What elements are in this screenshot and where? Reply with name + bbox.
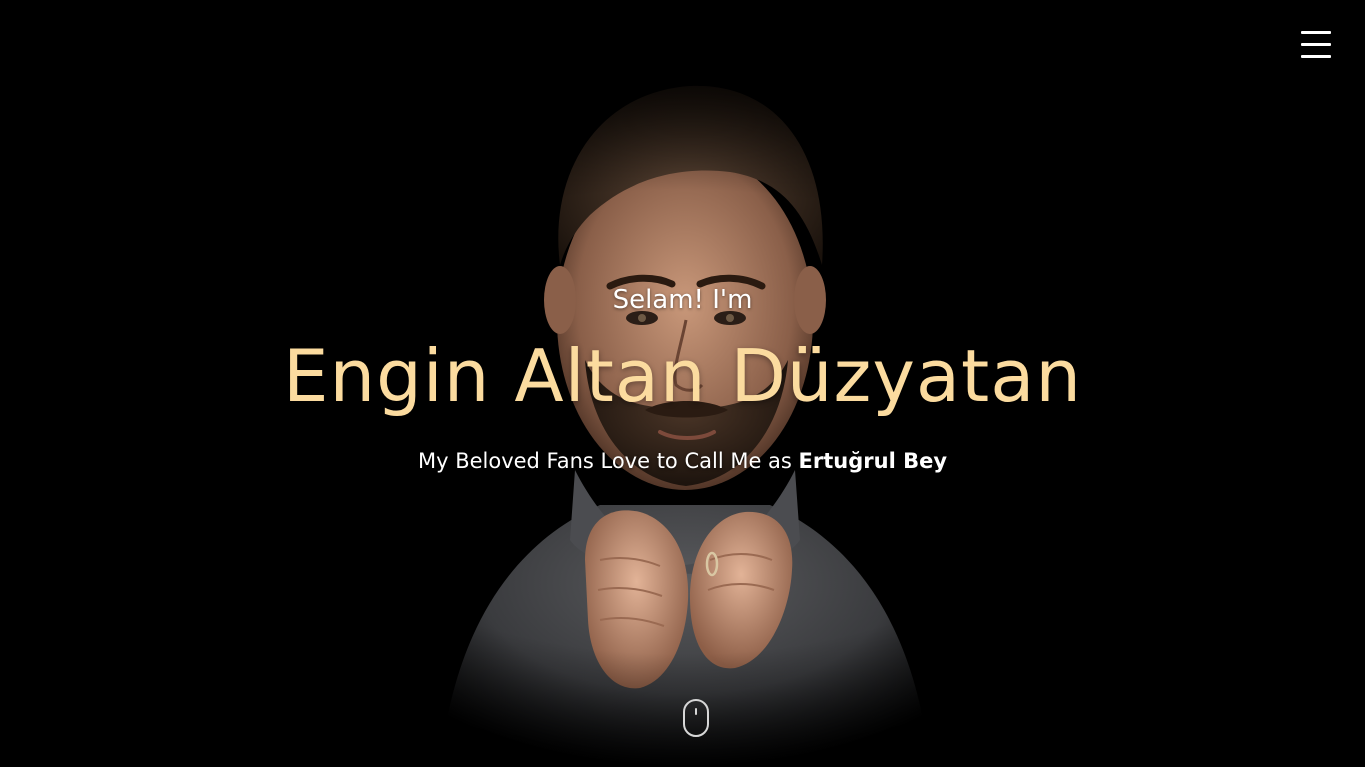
hero-section: Selam! I'm Engin Altan Düzyatan My Belov… bbox=[0, 0, 1365, 767]
hamburger-menu-icon[interactable] bbox=[1299, 26, 1333, 60]
hero-name: Engin Altan Düzyatan bbox=[282, 334, 1083, 418]
tagline-highlight: Ertuğrul Bey bbox=[798, 449, 948, 473]
menu-bar bbox=[1301, 43, 1331, 46]
hero-greeting: Selam! I'm bbox=[612, 285, 753, 315]
mouse-wheel bbox=[695, 708, 697, 715]
menu-bar bbox=[1301, 55, 1331, 58]
hero-intro: Selam! I'm Engin Altan Düzyatan My Belov… bbox=[0, 283, 1365, 475]
scroll-down-mouse-icon[interactable] bbox=[683, 699, 709, 737]
tagline-text: My Beloved Fans Love to Call Me as bbox=[417, 449, 792, 473]
menu-bar bbox=[1301, 31, 1331, 34]
hero-tagline: My Beloved Fans Love to Call Me as Ertuğ… bbox=[0, 447, 1365, 475]
